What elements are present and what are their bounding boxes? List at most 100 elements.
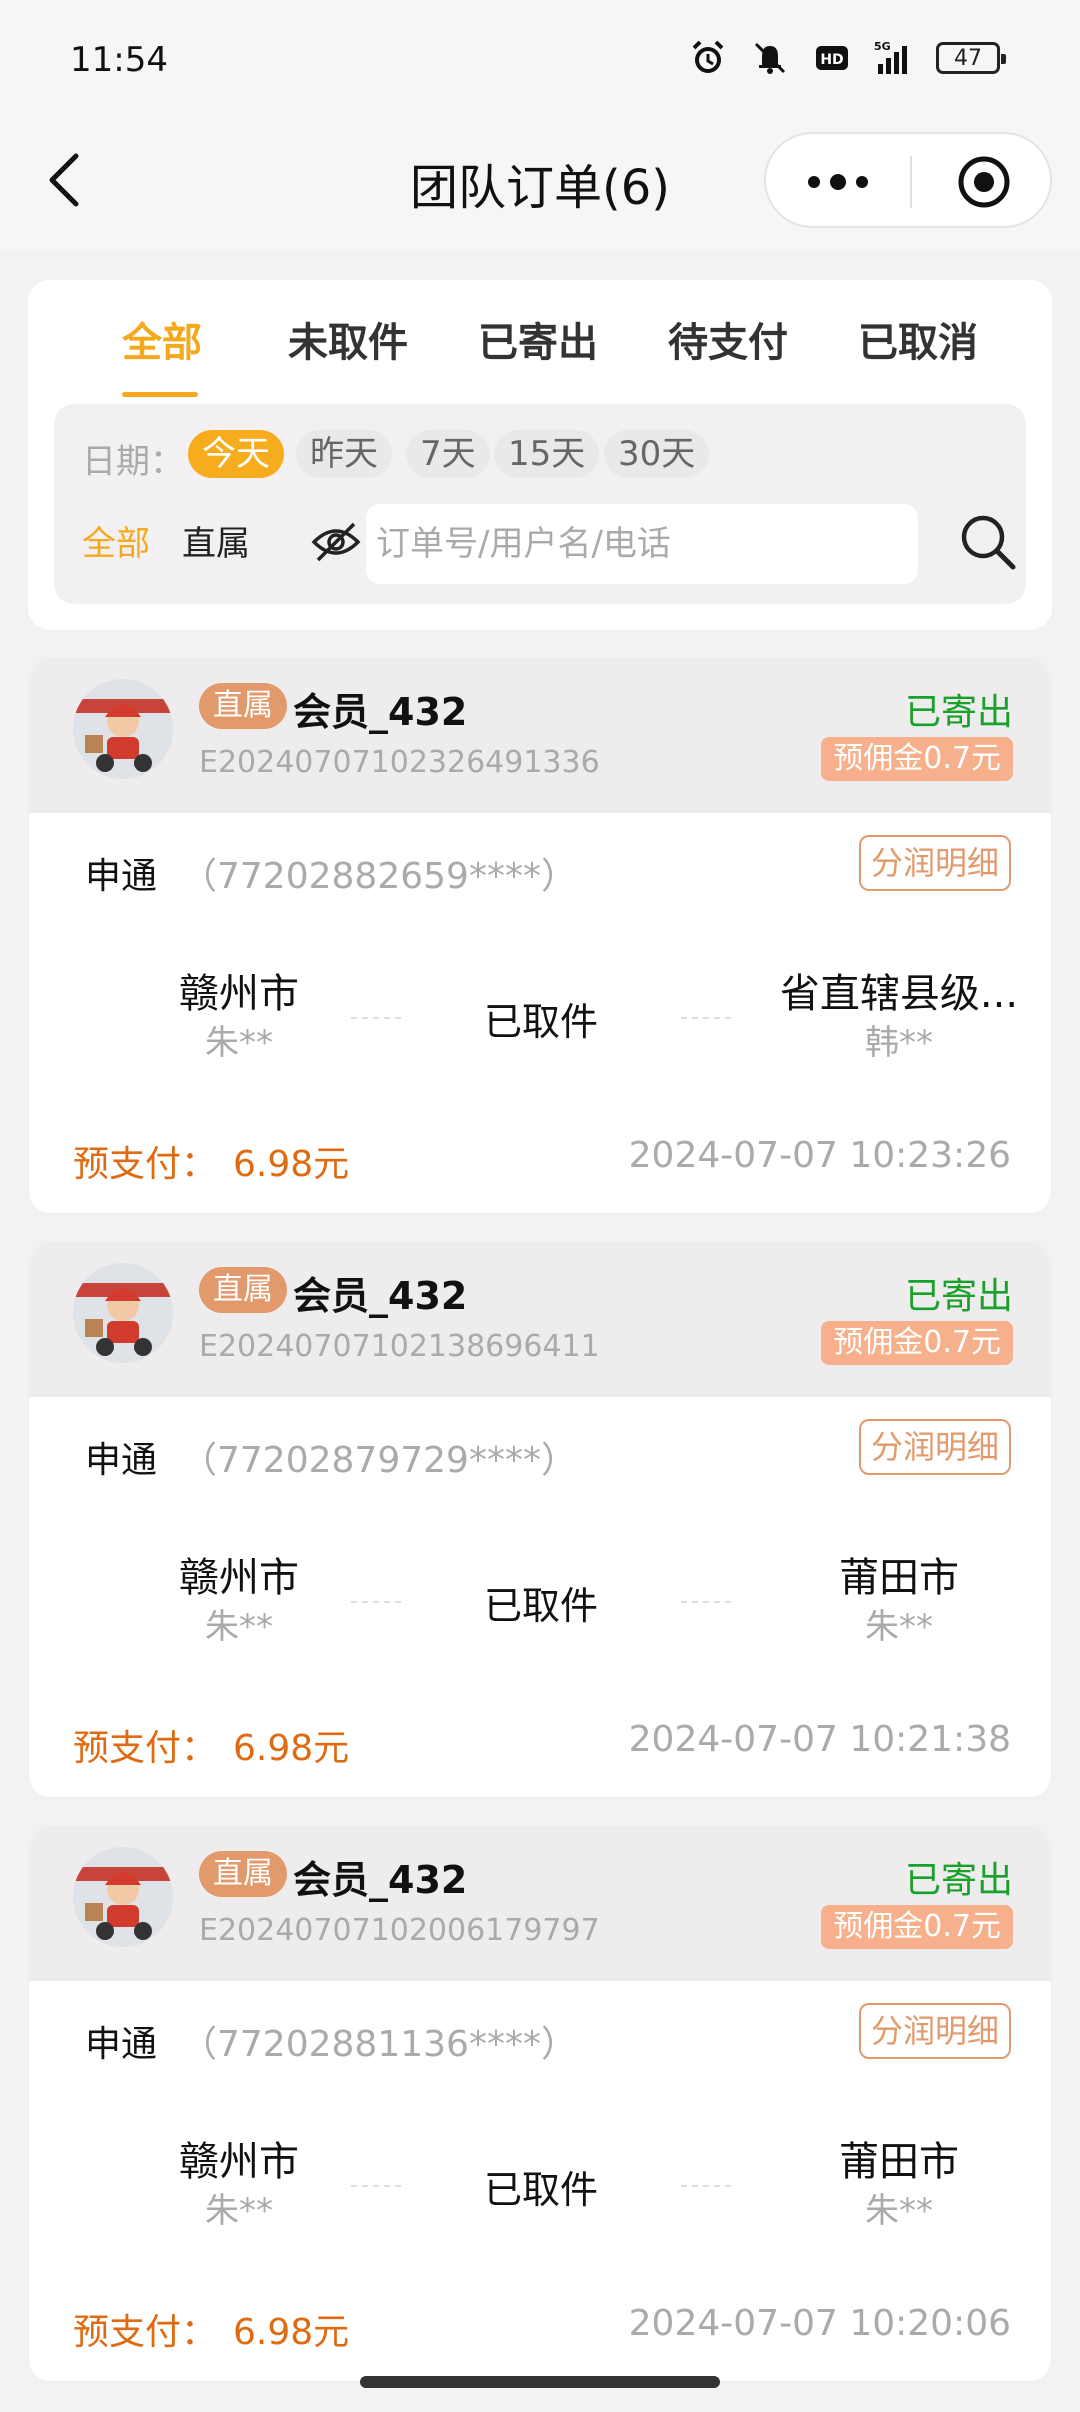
to-city: 莆田市 (839, 1555, 959, 1601)
date-chip-15days[interactable]: 15天 (494, 430, 600, 478)
type-filter-all[interactable]: 全部 (82, 516, 150, 565)
active-tab-indicator (122, 392, 198, 397)
to-city: 莆田市 (839, 2139, 959, 2185)
order-status: 已寄出 (904, 1860, 1013, 1901)
order-status: 已寄出 (904, 1276, 1013, 1317)
filter-card: 全部 未取件 已寄出 待支付 已取消 日期： 今天 昨天 7天 15天 30天 … (28, 280, 1052, 630)
eye-hidden-icon[interactable] (310, 520, 362, 564)
prepay-label: 预支付： (73, 2312, 218, 2353)
commission-badge: 预佣金0.7元 (821, 1905, 1013, 1949)
order-card[interactable]: 直属 会员_432 E20240707102138696411 已寄出 预佣金0… (28, 1242, 1052, 1798)
from-city: 赣州市 (179, 2139, 299, 2185)
svg-text:5G: 5G (874, 40, 891, 53)
carrier-name: 申通 (85, 1440, 158, 1481)
date-chip-7days[interactable]: 7天 (406, 430, 490, 478)
tab-pending-payment[interactable]: 待支付 (668, 310, 788, 368)
prepay-amount: 6.98元 (233, 2312, 350, 2353)
search-icon[interactable] (958, 512, 1018, 572)
member-name: 会员_432 (293, 1858, 468, 1902)
avatar (73, 1847, 173, 1947)
status-tabs: 全部 未取件 已寄出 待支付 已取消 (28, 310, 1052, 397)
route-dash-left (351, 1601, 401, 1603)
order-card[interactable]: 直属 会员_432 E20240707102326491336 已寄出 预佣金0… (28, 658, 1052, 1214)
tab-cancelled[interactable]: 已取消 (858, 310, 978, 368)
signal-5g-icon: 5G (874, 40, 907, 74)
carrier-name: 申通 (85, 856, 158, 897)
pickup-status: 已取件 (483, 1584, 598, 1628)
profit-detail-button[interactable]: 分润明细 (858, 1419, 1011, 1475)
from-city: 赣州市 (179, 971, 299, 1017)
home-indicator[interactable] (360, 2376, 720, 2388)
battery-level: 47 (954, 45, 982, 71)
alarm-icon (692, 40, 724, 73)
from-city: 赣州市 (179, 1555, 299, 1601)
to-person: 朱** (865, 1607, 933, 1647)
tab-all[interactable]: 全部 (122, 310, 202, 368)
direct-badge: 直属 (199, 1267, 287, 1313)
order-header: 直属 会员_432 E20240707102326491336 已寄出 预佣金0… (29, 659, 1051, 813)
direct-badge: 直属 (199, 1851, 287, 1897)
avatar (73, 679, 173, 779)
from-person: 朱** (205, 1023, 273, 1063)
tab-not-picked[interactable]: 未取件 (288, 310, 408, 368)
status-time: 11:54 (70, 40, 168, 80)
profit-detail-button[interactable]: 分润明细 (858, 835, 1011, 891)
order-number: E20240707102138696411 (199, 1329, 600, 1364)
prepay-label: 预支付： (73, 1728, 218, 1769)
date-chip-30days[interactable]: 30天 (604, 430, 710, 478)
filter-box: 日期： 今天 昨天 7天 15天 30天 全部 直属 (54, 404, 1026, 604)
carrier-name: 申通 (85, 2024, 158, 2065)
pickup-status: 已取件 (483, 2168, 598, 2212)
order-status: 已寄出 (904, 692, 1013, 733)
more-icon[interactable] (806, 174, 870, 190)
route-dash-left (351, 2185, 401, 2187)
order-datetime: 2024-07-07 10:20:06 (628, 2303, 1011, 2344)
prepay: 预支付： 6.98元 (73, 2303, 349, 2355)
commission-badge: 预佣金0.7元 (821, 1321, 1013, 1365)
order-card[interactable]: 直属 会员_432 E20240707102006179797 已寄出 预佣金0… (28, 1826, 1052, 2382)
to-city: 省直辖县级... (779, 971, 1019, 1017)
target-icon[interactable] (956, 154, 1012, 210)
direct-badge: 直属 (199, 683, 287, 729)
route-dash-right (681, 1017, 731, 1019)
order-number: E20240707102006179797 (199, 1913, 600, 1948)
commission-badge: 预佣金0.7元 (821, 737, 1013, 781)
to-person: 朱** (865, 2191, 933, 2231)
route-dash-right (681, 1601, 731, 1603)
member-name: 会员_432 (293, 690, 468, 734)
date-chip-yesterday[interactable]: 昨天 (296, 430, 392, 478)
avatar (73, 1263, 173, 1363)
pickup-status: 已取件 (483, 1000, 598, 1044)
prepay-label: 预支付： (73, 1144, 218, 1185)
order-header: 直属 会员_432 E20240707102006179797 已寄出 预佣金0… (29, 1827, 1051, 1981)
to-person: 韩** (865, 1023, 933, 1063)
prepay: 预支付： 6.98元 (73, 1135, 349, 1187)
from-person: 朱** (205, 1607, 273, 1647)
order-datetime: 2024-07-07 10:21:38 (628, 1719, 1011, 1760)
svg-text:HD: HD (820, 52, 843, 68)
profit-detail-button[interactable]: 分润明细 (858, 2003, 1011, 2059)
prepay: 预支付： 6.98元 (73, 1719, 349, 1771)
search-input[interactable] (366, 504, 918, 584)
tracking-number: （77202879729****） (181, 1440, 577, 1481)
tracking-number: （77202882659****） (181, 856, 577, 897)
mute-icon (754, 42, 786, 74)
date-label: 日期： (82, 442, 184, 482)
mini-program-capsule (764, 132, 1052, 228)
from-person: 朱** (205, 2191, 273, 2231)
prepay-amount: 6.98元 (233, 1144, 350, 1185)
status-icons: HD 5G 47 (688, 38, 1006, 78)
order-header: 直属 会员_432 E20240707102138696411 已寄出 预佣金0… (29, 1243, 1051, 1397)
order-datetime: 2024-07-07 10:23:26 (628, 1135, 1011, 1176)
route-dash-left (351, 1017, 401, 1019)
battery-icon: 47 (936, 42, 1006, 74)
hd-icon: HD (816, 46, 848, 70)
type-filter-direct[interactable]: 直属 (182, 516, 250, 565)
status-bar: 11:54 HD 5G 47 (0, 0, 1080, 120)
tracking-number: （77202881136****） (181, 2024, 577, 2065)
order-number: E20240707102326491336 (199, 745, 600, 780)
member-name: 会员_432 (293, 1274, 468, 1318)
route-dash-right (681, 2185, 731, 2187)
tab-shipped[interactable]: 已寄出 (478, 310, 598, 368)
date-chip-today[interactable]: 今天 (188, 430, 284, 478)
